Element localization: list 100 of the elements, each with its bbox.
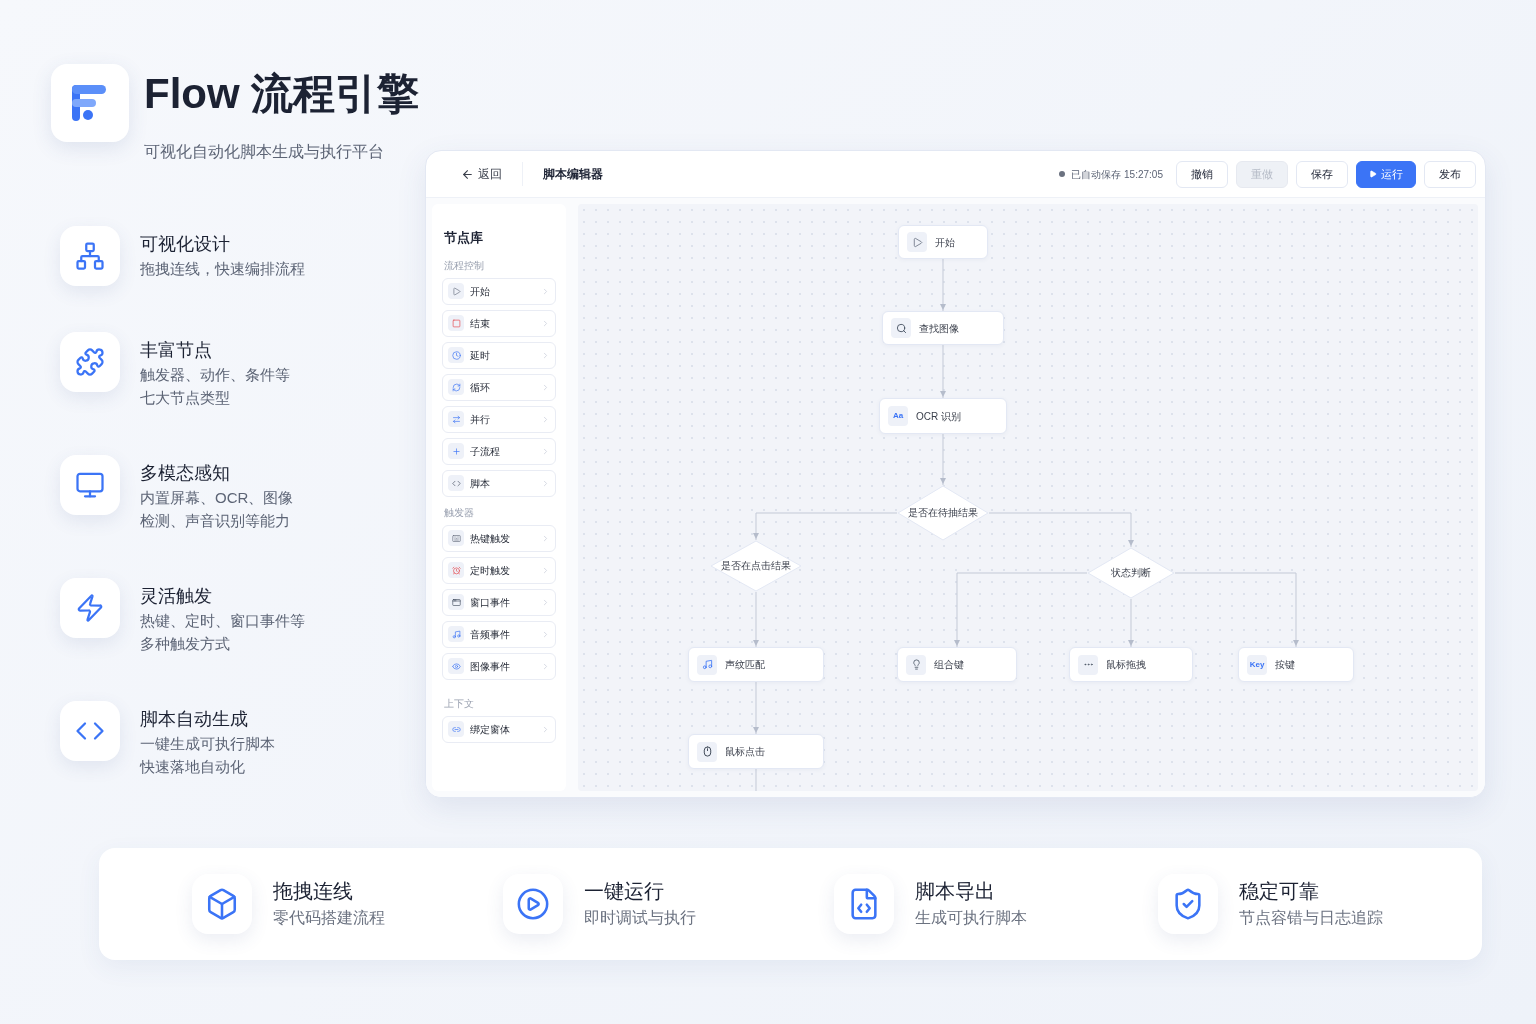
library-item[interactable]: 热键触发 [442, 524, 556, 552]
flow-node[interactable]: 鼠标点击 [688, 734, 824, 769]
library-item[interactable]: 图像事件 [442, 652, 556, 680]
plus-icon [451, 446, 461, 456]
feature-description: 热键、定时、窗口事件等 [140, 611, 305, 631]
lightbulb-icon [910, 659, 922, 670]
highlight-title: 脚本导出 [915, 879, 996, 904]
feature-title: 灵活触发 [140, 585, 213, 608]
chevron-icon [541, 446, 550, 456]
feature-title: 多模态感知 [140, 462, 231, 485]
play-icon [1369, 170, 1377, 178]
item-label: 循环 [470, 380, 491, 395]
chevron-icon [541, 597, 550, 607]
run-button[interactable]: 运行 [1356, 160, 1416, 188]
decision-node[interactable]: 是否在待抽结果 [897, 485, 989, 541]
flow-node[interactable]: 开始 [898, 225, 988, 259]
item-label: 结束 [470, 316, 491, 331]
play-icon [911, 236, 923, 248]
highlight-title: 拖拽连线 [273, 879, 354, 904]
toolbar-button[interactable]: 保存 [1296, 160, 1348, 188]
feature-description: 七大节点类型 [140, 388, 231, 408]
connector-arrow [753, 591, 759, 648]
stop-icon [451, 318, 461, 328]
play-circle-icon [516, 887, 550, 921]
node-label: 按键 [1275, 658, 1295, 672]
chevron-icon [541, 286, 550, 296]
library-item[interactable]: 子流程 [442, 437, 556, 465]
window-icon [451, 597, 461, 607]
item-label: 子流程 [470, 444, 501, 459]
cube-icon [205, 887, 239, 921]
section-label: 上下文 [444, 696, 475, 711]
library-item[interactable]: 结束 [442, 309, 556, 337]
node-label: 查找图像 [919, 321, 959, 336]
lightning-icon [75, 593, 105, 623]
feature-description: 检测、声音识别等能力 [140, 511, 291, 531]
library-item[interactable]: 循环 [442, 373, 556, 401]
feature-title: 可视化设计 [140, 233, 231, 256]
section-label: 触发器 [444, 505, 475, 520]
library-item[interactable]: 音频事件 [442, 620, 556, 648]
feature-description: 快速落地自动化 [140, 757, 246, 777]
arrows-icon [451, 414, 461, 424]
item-label: 定时触发 [470, 563, 511, 578]
connector-arrow [940, 433, 946, 486]
music-note-icon [451, 629, 461, 639]
decision-label: 是否在点击结果 [721, 561, 791, 571]
decision-label: 是否在待抽结果 [908, 508, 978, 518]
back-button[interactable]: 返回 [461, 165, 502, 183]
connector-arrow [753, 681, 759, 735]
library-item[interactable]: 开始 [442, 277, 556, 305]
app-subtitle: 可视化自动化脚本生成与执行平台 [144, 142, 385, 162]
highlight-title: 稳定可靠 [1239, 879, 1320, 904]
library-item[interactable]: 定时触发 [442, 556, 556, 584]
item-label: 并行 [470, 412, 491, 427]
sitemap-icon [75, 241, 105, 271]
back-arrow-icon [461, 167, 474, 181]
feature-description: 多种触发方式 [140, 634, 231, 654]
item-label: 热键触发 [470, 531, 511, 546]
flow-node[interactable]: Key 按键 [1238, 647, 1354, 682]
mouse-icon [701, 746, 713, 757]
decision-node[interactable]: 是否在点击结果 [710, 540, 802, 592]
library-item[interactable]: 延时 [442, 341, 556, 369]
alarm-clock-icon [451, 565, 461, 575]
link-icon [451, 724, 461, 734]
library-item[interactable]: 并行 [442, 405, 556, 433]
feature-description: 内置屏幕、OCR、图像 [140, 488, 294, 508]
decision-node[interactable]: 状态判断 [1087, 547, 1175, 599]
node-label: OCR 识别 [916, 409, 961, 424]
node-label: 鼠标点击 [725, 745, 765, 759]
chevron-icon [541, 478, 550, 488]
highlight-subtitle: 零代码搭建流程 [273, 908, 385, 928]
item-label: 开始 [470, 284, 491, 299]
puzzle-icon [75, 347, 105, 377]
feature-title: 脚本自动生成 [140, 708, 249, 731]
chevron-icon [541, 724, 550, 734]
highlight-subtitle: 节点容错与日志追踪 [1239, 908, 1383, 928]
chevron-icon [541, 565, 550, 575]
panel-title: 节点库 [444, 229, 484, 247]
flow-node[interactable]: 声纹匹配 [688, 647, 824, 682]
chevron-icon [541, 533, 550, 543]
feature-description: 一键生成可执行脚本 [140, 734, 275, 754]
flow-node[interactable]: Aa OCR 识别 [879, 398, 1007, 434]
item-label: 音频事件 [470, 627, 511, 642]
item-label: 图像事件 [470, 659, 511, 674]
flow-node[interactable]: 查找图像 [882, 311, 1004, 345]
flow-node[interactable]: 鼠标拖拽 [1069, 647, 1193, 682]
library-item[interactable]: 窗口事件 [442, 588, 556, 616]
chevron-icon [541, 629, 550, 639]
play-icon [451, 286, 461, 296]
chevron-icon [541, 382, 550, 392]
toolbar-button[interactable]: 发布 [1424, 160, 1476, 188]
flow-node[interactable]: 组合键 [897, 647, 1017, 682]
toolbar-button[interactable]: 撤销 [1176, 160, 1228, 188]
library-item[interactable]: 绑定窗体 [442, 715, 556, 743]
keyboard-icon [451, 533, 461, 543]
chevron-icon [541, 414, 550, 424]
search-icon [895, 322, 907, 334]
library-item[interactable]: 脚本 [442, 469, 556, 497]
node-label: 鼠标拖拽 [1106, 658, 1146, 672]
chevron-icon [541, 661, 550, 671]
eye-icon [451, 661, 461, 671]
